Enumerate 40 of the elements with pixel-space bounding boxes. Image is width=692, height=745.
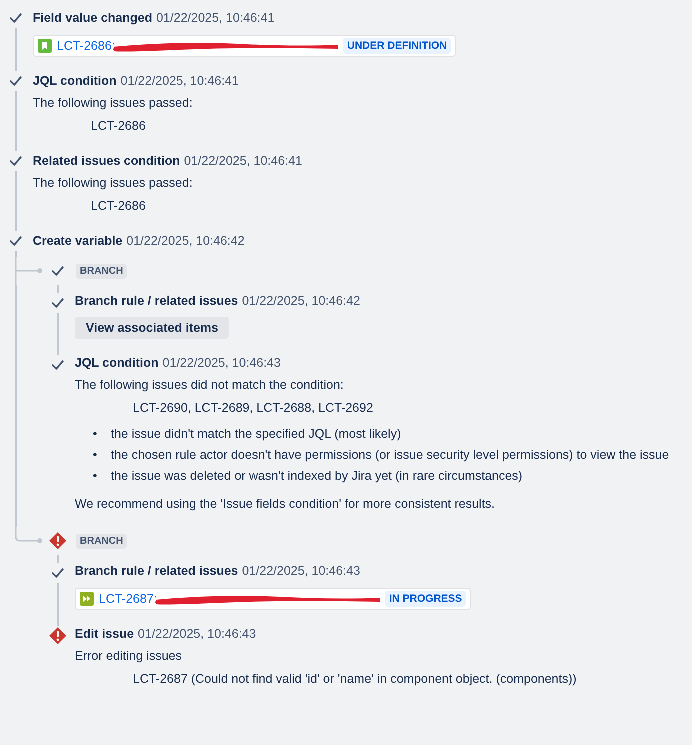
step-time: 01/22/2025, 10:46:41 [120,74,239,88]
message-text: The following issues passed: [33,95,194,112]
issue-list-text: LCT-2686 [91,198,147,215]
bullet-marker: • [93,447,98,464]
step-title: Edit issue [75,627,134,641]
forward-icon [80,592,94,606]
issue-list-text: LCT-2690, LCT-2689, LCT-2688, LCT-2692 [133,400,374,417]
bullet-marker: • [93,468,98,485]
message-text: The following issues did not match the condition: [75,377,345,394]
step-time: 01/22/2025, 10:46:42 [242,294,360,308]
step-title: Related issues condition [33,154,180,168]
message-text: The following issues passed: [33,175,194,192]
issue-link[interactable]: LCT-2687: [99,592,158,606]
reason-text: the issue didn't match the specified JQL (most likely) [111,426,402,443]
view-items-button[interactable]: View associated items [75,317,230,339]
step-time: 01/22/2025, 10:46:43 [138,627,256,641]
message-text: We recommend using the 'Issue fields condition' for more consistent results. [75,496,496,513]
step-title: Create variable [33,234,123,248]
step-title: JQL condition [75,356,159,370]
message-text: Error editing issues [75,648,183,665]
step-time: 01/22/2025, 10:46:43 [162,356,281,370]
reason-text: the issue was deleted or wasn't indexed by Jira yet (in rare circumstances) [111,468,523,485]
step-time: 01/22/2025, 10:46:42 [126,234,245,248]
step-title: JQL condition [33,74,117,88]
step-title: Field value changed [33,11,152,25]
issue-list-text: LCT-2687 (Could not find valid 'id' or 'name' in component object. (components)) [133,671,577,688]
status-lozenge: UNDER DEFINITION [343,38,452,54]
issue-list-text: LCT-2686 [91,118,147,135]
step-time: 01/22/2025, 10:46:41 [184,154,302,168]
step-title: Branch rule / related issues [75,294,238,308]
branch-tag: BRANCH [76,534,128,548]
reason-text: the chosen rule actor doesn't have permissions (or issue security level permissions) to view the issue [111,447,670,464]
bookmark-icon [38,39,52,53]
issue-link[interactable]: LCT-2686: [57,39,116,53]
step-title: Branch rule / related issues [75,564,238,578]
bullet-marker: • [93,426,98,443]
branch-tag: BRANCH [76,264,128,278]
status-lozenge: IN PROGRESS [385,591,466,607]
step-time: 01/22/2025, 10:46:43 [242,564,360,578]
step-time: 01/22/2025, 10:46:41 [156,11,275,25]
